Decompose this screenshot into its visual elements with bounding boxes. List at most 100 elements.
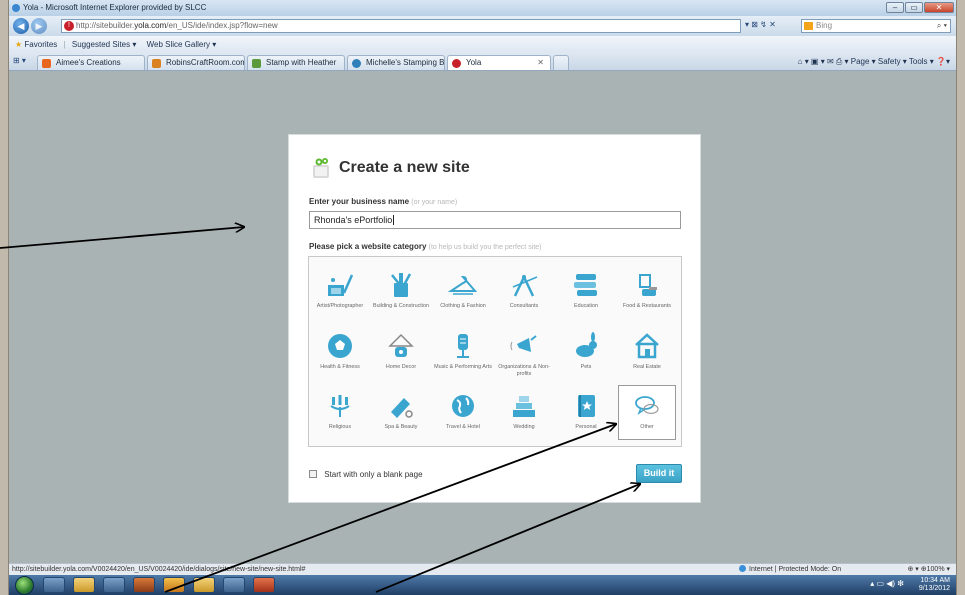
category-personal[interactable]: Personal [557,392,615,440]
category-pets[interactable]: Pets [557,332,615,388]
favorites-button[interactable]: Favorites [24,40,57,49]
category-other[interactable]: Other [618,385,676,440]
page-content: Create a new site Enter your business na… [9,71,956,563]
category-wedding[interactable]: Wedding [495,392,553,440]
new-tab-button[interactable] [553,55,569,70]
build-it-button[interactable]: Build it [636,464,682,483]
house-icon [635,333,659,359]
category-home-decor[interactable]: Home Decor [372,332,430,388]
palette-icon [328,274,354,296]
back-icon[interactable]: ◀ [13,18,29,34]
tab-stamp-with-heather[interactable]: Stamp with Heather [247,55,345,70]
bing-icon [804,22,813,30]
site-favicon-icon [352,59,361,68]
category-music-performing-arts[interactable]: Music & Performing Arts [434,332,492,388]
food-icon [639,274,657,296]
category-clothing-fashion[interactable]: Clothing & Fashion [434,271,492,327]
blogger-icon [42,59,51,68]
site-favicon-icon [152,59,161,68]
ie-taskbar-icon[interactable] [43,577,65,593]
title-bar: Yola - Microsoft Internet Explorer provi… [9,0,956,16]
rabbit-icon [576,332,597,357]
tab-yola[interactable]: Yola ✕ [447,55,551,70]
blank-page-option[interactable]: Start with only a blank page [309,470,423,479]
error-icon: ! [64,21,74,31]
business-name-input[interactable]: Rhonda's ePortfolio [309,211,681,229]
business-name-hint: (or your name) [411,199,458,206]
tab-row: ⊞ ▾ Aimee's Creations RobinsCraftRoom.co… [9,53,956,71]
minimize-button[interactable]: – [886,2,904,13]
compass-icon [512,275,538,297]
search-icon[interactable]: ⌕ ▾ [937,20,947,32]
category-artist-photographer[interactable]: Artist/Photographer [311,271,369,327]
category-real-estate[interactable]: Real Estate [618,332,676,388]
quick-tabs-icon[interactable]: ⊞ ▾ [13,56,26,65]
address-bar[interactable]: ! http://sitebuilder.yola.com/en_US/ide/… [61,19,741,33]
category-organizations-non-profits[interactable]: Organizations & Non-profits [495,332,553,388]
close-tab-icon[interactable]: ✕ [537,56,544,70]
forward-icon[interactable]: ▶ [31,18,47,34]
category-hint: (to help us build you the perfect site) [428,244,542,251]
suggested-sites-link[interactable]: Suggested Sites ▾ [72,40,137,49]
media-player-taskbar-icon[interactable] [103,577,125,593]
notebook-icon [578,395,595,417]
category-consultants[interactable]: Consultants [495,271,553,327]
security-zone: Internet | Protected Mode: On [739,564,841,575]
favorites-bar: ★ Favorites | Suggested Sites ▾ Web Slic… [9,36,956,53]
category-grid: Artist/Photographer Building & Construct… [308,256,682,447]
category-building-construction[interactable]: Building & Construction [372,271,430,327]
explorer-taskbar-icon[interactable] [73,577,95,593]
create-site-dialog: Create a new site Enter your business na… [288,134,701,503]
search-box[interactable]: Bing ⌕ ▾ [801,19,951,33]
firefox-taskbar-icon[interactable] [133,577,155,593]
window-title: Yola - Microsoft Internet Explorer provi… [23,3,207,12]
favorites-star-icon: ★ [15,40,23,49]
zoom-control[interactable]: ⊕ ▾ ⊕100% ▾ [908,564,951,575]
maximize-button[interactable]: ▭ [905,2,923,13]
tab-robinscraftroom[interactable]: RobinsCraftRoom.com [147,55,245,70]
status-bar: http://sitebuilder.yola.com/V0024420/en_… [9,563,956,575]
web-slice-gallery-link[interactable]: Web Slice Gallery ▾ [147,40,217,49]
blank-page-checkbox[interactable] [309,470,317,478]
powerpoint-taskbar-icon[interactable] [253,577,275,593]
address-row: ◀ ▶ ! http://sitebuilder.yola.com/en_US/… [9,16,956,36]
clock-date: 9/13/2012 [918,585,950,592]
category-travel-hotel[interactable]: Travel & Hotel [434,392,492,440]
hanger-icon [448,275,478,295]
browser-window: Yola - Microsoft Internet Explorer provi… [8,0,957,595]
new-site-icon [313,158,329,178]
soccer-ball-icon [328,334,352,358]
start-button[interactable] [15,576,34,595]
chrome-taskbar-icon[interactable] [163,577,185,593]
yola-icon [452,59,461,68]
tools-icon [391,273,412,297]
category-spa-beauty[interactable]: Spa & Beauty [372,392,430,440]
address-tools[interactable]: ▾ ⊠ ↯ ✕ [745,20,776,29]
speech-bubbles-icon [635,396,659,415]
category-health-fitness[interactable]: Health & Fitness [311,332,369,388]
status-url: http://sitebuilder.yola.com/V0024420/en_… [12,566,306,573]
category-education[interactable]: Education [557,271,615,327]
word-taskbar-icon[interactable] [223,577,245,593]
lamp-icon [388,333,414,357]
category-label: Please pick a website category (to help … [309,242,542,251]
tray-icons[interactable]: ▴ ▭ ◀) ❇ [870,580,904,588]
comb-icon [391,398,413,418]
command-bar[interactable]: ⌂ ▾ ▣ ▾ ✉ ⎙ ▾ Page ▾ Safety ▾ Tools ▾ ❓▾ [798,55,950,69]
site-favicon-icon [252,59,261,68]
close-button[interactable]: ✕ [924,2,954,13]
tab-aimees-creations[interactable]: Aimee's Creations [37,55,145,70]
candelabra-icon [330,395,350,417]
ie-icon [12,4,20,12]
megaphone-icon [510,335,537,352]
tab-michelles-stamping-blog[interactable]: Michelle's Stamping Blog [347,55,445,70]
category-food-restaurants[interactable]: Food & Restaurants [618,271,676,327]
microphone-icon [457,334,469,358]
books-icon [574,274,597,296]
cake-icon [513,396,535,417]
internet-zone-icon [739,565,746,572]
clock-time: 10:34 AM [920,577,950,584]
system-tray: ▴ ▭ ◀) ❇ 10:34 AM 9/13/2012 [870,577,950,593]
folder-taskbar-icon[interactable] [193,577,215,593]
category-religious[interactable]: Religious [311,392,369,440]
